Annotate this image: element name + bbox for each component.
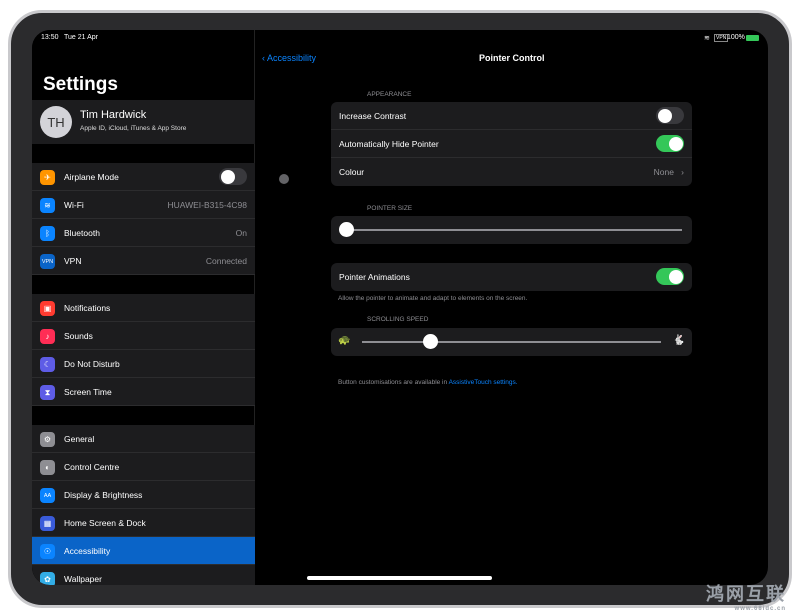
slider-track — [345, 229, 682, 231]
profile-name: Tim Hardwick — [80, 109, 147, 121]
moon-icon: ☾ — [40, 357, 55, 372]
sidebar-item-label: Sounds — [64, 331, 93, 341]
wallpaper-icon: ✿ — [40, 572, 55, 585]
sidebar-item-general[interactable]: ⚙ General — [32, 425, 255, 453]
colour-value: None — [653, 167, 674, 177]
auto-hide-toggle[interactable] — [656, 135, 684, 152]
sidebar-item-label: General — [64, 434, 95, 444]
tortoise-icon: 🐢 — [338, 335, 351, 346]
pointer-size-header: POINTER SIZE — [367, 205, 413, 212]
sidebar-item-label: Airplane Mode — [64, 172, 119, 182]
appearance-header: APPEARANCE — [367, 91, 412, 98]
wifi-icon: ≋ — [704, 35, 710, 42]
home-grid-icon: ▦ — [40, 516, 55, 531]
battery-icon — [746, 35, 759, 41]
sidebar-item-value: Connected — [205, 256, 247, 266]
increase-contrast-label: Increase Contrast — [339, 111, 407, 121]
gear-icon: ⚙ — [40, 432, 55, 447]
sidebar-item-label: Wi-Fi — [64, 200, 84, 210]
slider-track — [362, 341, 661, 343]
profile-subtitle: Apple ID, iCloud, iTunes & App Store — [80, 125, 187, 132]
sidebar-item-value: HUAWEI-B315-4C98 — [167, 200, 247, 210]
sidebar-item-sounds[interactable]: ♪ Sounds — [32, 322, 255, 350]
vpn-icon: VPN — [40, 254, 55, 269]
screen: Settings TH Tim Hardwick Apple ID, iClou… — [32, 30, 768, 585]
home-indicator[interactable] — [307, 576, 492, 580]
sounds-icon: ♪ — [40, 329, 55, 344]
back-label: Accessibility — [267, 53, 317, 63]
airplane-mode-toggle[interactable] — [219, 168, 247, 185]
sidebar-item-label: Control Centre — [64, 462, 120, 472]
watermark-text: 鸿网互联 — [706, 584, 786, 604]
sidebar-item-airplane-mode[interactable]: ✈ Airplane Mode — [32, 163, 255, 191]
display-icon: AA — [40, 488, 55, 503]
appearance-card: Increase Contrast Automatically Hide Poi… — [331, 102, 692, 186]
profile-row[interactable]: TH Tim Hardwick Apple ID, iCloud, iTunes… — [32, 100, 255, 144]
sidebar-item-accessibility[interactable]: ☉ Accessibility — [32, 537, 255, 565]
colour-row[interactable]: Colour None › — [331, 158, 692, 186]
footer-text: Button customisations are available in — [338, 379, 449, 386]
status-date: Tue 21 Apr — [64, 34, 98, 41]
airplane-icon: ✈ — [40, 170, 55, 185]
slider-knob[interactable] — [422, 334, 438, 349]
sidebar-item-label: Wallpaper — [64, 574, 102, 584]
sidebar: Settings TH Tim Hardwick Apple ID, iClou… — [32, 30, 255, 585]
sidebar-item-home-screen-dock[interactable]: ▦ Home Screen & Dock — [32, 509, 255, 537]
watermark-url: www.68idc.cn — [734, 606, 786, 612]
sidebar-item-label: Home Screen & Dock — [64, 518, 146, 528]
slider-knob[interactable] — [339, 222, 354, 237]
increase-contrast-row: Increase Contrast — [331, 102, 692, 130]
auto-hide-row: Automatically Hide Pointer — [331, 130, 692, 158]
pointer-size-slider[interactable] — [331, 216, 692, 244]
sidebar-item-label: Do Not Disturb — [64, 359, 120, 369]
nav-title: Pointer Control — [479, 53, 545, 63]
avatar: TH — [40, 106, 72, 138]
sidebar-item-label: Display & Brightness — [64, 490, 143, 500]
pointer-dot — [279, 174, 289, 184]
switches-icon: ◐ — [40, 460, 55, 475]
sidebar-item-do-not-disturb[interactable]: ☾ Do Not Disturb — [32, 350, 255, 378]
sidebar-item-label: Bluetooth — [64, 228, 100, 238]
sidebar-item-wi-fi[interactable]: ≋ Wi-Fi HUAWEI-B315-4C98 — [32, 191, 255, 219]
sidebar-item-bluetooth[interactable]: ᛒ Bluetooth On — [32, 219, 255, 247]
notifications-icon: ▣ — [40, 301, 55, 316]
sidebar-item-label: VPN — [64, 256, 82, 266]
auto-hide-label: Automatically Hide Pointer — [339, 139, 439, 149]
scrolling-speed-header: SCROLLING SPEED — [367, 316, 429, 323]
sidebar-item-wallpaper[interactable]: ✿ Wallpaper — [32, 565, 255, 585]
bluetooth-icon: ᛒ — [40, 226, 55, 241]
sidebar-item-value: On — [235, 228, 247, 238]
scrolling-speed-slider[interactable]: 🐢 🐇 — [331, 328, 692, 356]
assistivetouch-link[interactable]: AssistiveTouch settings. — [449, 379, 518, 386]
sidebar-item-label: Notifications — [64, 303, 111, 313]
page-title: Settings — [43, 74, 118, 95]
sidebar-item-display-brightness[interactable]: AA Display & Brightness — [32, 481, 255, 509]
sidebar-item-notifications[interactable]: ▣ Notifications — [32, 294, 255, 322]
accessibility-icon: ☉ — [40, 544, 55, 559]
animations-note: Allow the pointer to animate and adapt t… — [338, 295, 528, 302]
sidebar-item-screen-time[interactable]: ⧗ Screen Time — [32, 378, 255, 406]
sidebar-item-vpn[interactable]: VPN VPN Connected — [32, 247, 255, 275]
back-button[interactable]: ‹ Accessibility — [262, 53, 316, 63]
watermark: 鸿网互联 www.68idc.cn — [706, 580, 786, 612]
sidebar-item-label: Accessibility — [64, 546, 111, 556]
sidebar-item-label: Screen Time — [64, 387, 112, 397]
hourglass-icon: ⧗ — [40, 385, 55, 400]
wifi-icon: ≋ — [40, 198, 55, 213]
pointer-animations-label: Pointer Animations — [339, 272, 410, 282]
increase-contrast-toggle[interactable] — [656, 107, 684, 124]
battery-percent: 100% — [727, 34, 745, 41]
hare-icon: 🐇 — [672, 335, 685, 346]
status-time: 13:50 — [41, 34, 59, 41]
colour-label: Colour — [339, 167, 365, 177]
footer-note: Button customisations are available in A… — [338, 379, 518, 386]
animations-card: Pointer Animations — [331, 263, 692, 291]
sidebar-item-control-centre[interactable]: ◐ Control Centre — [32, 453, 255, 481]
pointer-animations-row: Pointer Animations — [331, 263, 692, 291]
chevron-right-icon: › — [681, 167, 684, 177]
pointer-animations-toggle[interactable] — [656, 268, 684, 285]
